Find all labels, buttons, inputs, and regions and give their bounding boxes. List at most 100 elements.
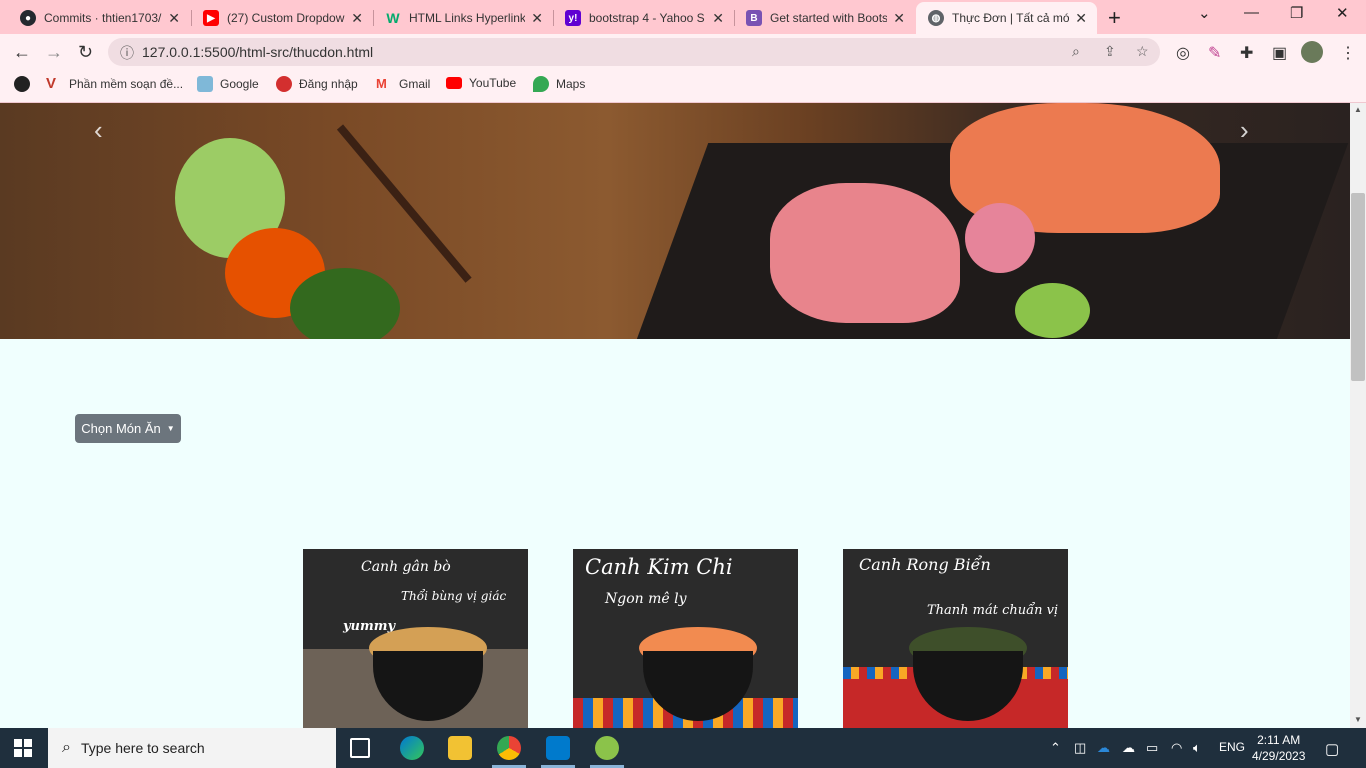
bookmarks-bar: V Phần mềm soạn đề... Google Đăng nhập M… <box>0 70 1366 103</box>
restore-icon[interactable]: ❐ <box>1290 4 1303 22</box>
carousel-prev-icon[interactable]: ‹ <box>94 115 103 146</box>
tab-label: Commits · thtien1703/ <box>44 11 162 25</box>
minimize-icon[interactable]: — <box>1244 4 1259 21</box>
bookmark-globe[interactable] <box>14 76 37 92</box>
menu-card-canh-rong-bien[interactable]: Canh Rong Biển Thanh mát chuẩn vị <box>843 549 1068 728</box>
tab-label: Get started with Boots <box>770 11 888 25</box>
close-tab-icon[interactable]: ✕ <box>1075 10 1087 27</box>
new-tab-icon[interactable]: + <box>1108 5 1121 31</box>
sushi-roll-image <box>290 268 400 339</box>
menu-card-canh-kim-chi[interactable]: Canh Kim Chi Ngon mê ly <box>573 549 798 728</box>
clock-time: 2:11 AM <box>1257 733 1301 747</box>
page-scrollbar[interactable]: ▲ ▼ <box>1350 103 1366 728</box>
browser-toolbar: ← → ↻ ⓘ 127.0.0.1:5500/html-src/thucdon.… <box>0 34 1366 70</box>
bookmark-label: Phần mềm soạn đề... <box>69 77 184 91</box>
radish-rose-image <box>965 203 1035 273</box>
wasabi-image <box>1015 283 1090 338</box>
close-tab-icon[interactable]: ✕ <box>351 10 363 27</box>
bookmark-google[interactable]: Google <box>197 76 259 92</box>
tab-bootstrap[interactable]: B Get started with Boots ✕ <box>734 2 915 34</box>
wifi-icon[interactable]: ◠ <box>1171 740 1182 756</box>
site-info-icon[interactable]: ⓘ <box>120 43 134 63</box>
bookmark-label: YouTube <box>469 76 517 90</box>
tab-label: Thực Đơn | Tất cả món <box>952 11 1070 25</box>
card-title: Canh Rong Biển <box>859 555 991 574</box>
close-tab-icon[interactable]: ✕ <box>712 10 724 27</box>
tab-label: (27) Custom Dropdow <box>227 11 345 25</box>
reload-icon[interactable]: ↻ <box>78 42 93 63</box>
close-tab-icon[interactable]: ✕ <box>168 10 180 27</box>
coccoc-icon[interactable] <box>595 736 619 760</box>
clock[interactable]: 2:11 AM 4/29/2023 <box>1252 732 1305 764</box>
tab-thucdon-active[interactable]: ◍ Thực Đơn | Tất cả món ✕ <box>916 2 1097 34</box>
bookmark-dang-nhap[interactable]: Đăng nhập <box>276 76 358 92</box>
volume-icon[interactable]: 🔈︎ <box>1193 740 1201 756</box>
tab-yahoo[interactable]: y! bootstrap 4 - Yahoo S ✕ <box>553 2 734 34</box>
scroll-up-icon[interactable]: ▲ <box>1354 105 1362 114</box>
globe-icon: ◍ <box>928 10 944 26</box>
card-title: Canh Kim Chi <box>585 555 733 579</box>
close-window-icon[interactable]: ✕ <box>1336 4 1349 22</box>
share-icon[interactable]: ⇪ <box>1104 43 1116 60</box>
onedrive-icon[interactable]: ☁ <box>1097 740 1110 756</box>
v-logo-icon: V <box>46 75 57 92</box>
tab-label: HTML Links Hyperlinks <box>409 11 526 25</box>
address-bar[interactable]: ⓘ 127.0.0.1:5500/html-src/thucdon.html ⌕… <box>108 38 1160 66</box>
carousel-next-icon[interactable]: › <box>1240 115 1249 146</box>
caret-down-icon: ▼ <box>166 424 175 433</box>
menu-card-canh-gan-bo[interactable]: Canh gân bò Thổi bùng vị giác yummy <box>303 549 528 728</box>
show-hidden-icons-icon[interactable]: ⌃ <box>1050 740 1061 756</box>
scroll-down-icon[interactable]: ▼ <box>1354 715 1362 724</box>
taskbar-search[interactable]: ⌕ Type here to search <box>48 728 336 768</box>
vscode-icon[interactable] <box>546 736 570 760</box>
extension-compass-icon[interactable]: ◎ <box>1176 43 1190 63</box>
scrollbar-thumb[interactable] <box>1351 193 1365 381</box>
tab-search-icon[interactable]: ⌄ <box>1198 4 1211 22</box>
yahoo-icon: y! <box>565 10 581 26</box>
notifications-icon[interactable]: ▢ <box>1325 740 1339 758</box>
bookmark-label: Google <box>220 77 259 91</box>
edge-icon[interactable] <box>400 736 424 760</box>
chrome-icon[interactable] <box>497 736 521 760</box>
forward-arrow-icon[interactable]: → <box>45 42 63 63</box>
profile-avatar[interactable] <box>1301 41 1323 63</box>
bookmark-maps[interactable]: Maps <box>533 76 585 92</box>
battery-icon[interactable]: ▭ <box>1146 740 1158 756</box>
side-panel-icon[interactable]: ▣ <box>1272 43 1287 63</box>
tuna-sashimi-image <box>770 183 960 323</box>
windows-start-icon[interactable] <box>14 739 32 757</box>
extension-pen-icon[interactable]: ✎ <box>1208 43 1221 63</box>
tab-label: bootstrap 4 - Yahoo S <box>589 11 705 25</box>
card-tagline: Thanh mát chuẩn vị <box>927 603 1059 618</box>
bookmark-youtube[interactable]: YouTube <box>446 76 516 90</box>
close-tab-icon[interactable]: ✕ <box>893 10 905 27</box>
language-indicator[interactable]: ENG <box>1219 740 1245 754</box>
meet-now-icon[interactable]: ◫ <box>1074 740 1086 756</box>
hero-carousel: ‹ › <box>0 103 1350 339</box>
chon-mon-an-dropdown[interactable]: Chọn Món Ăn ▼ <box>75 414 181 443</box>
bookmark-star-icon[interactable]: ☆ <box>1136 43 1149 60</box>
task-view-icon[interactable] <box>350 738 370 758</box>
search-icon: ⌕ <box>62 739 71 756</box>
page-viewport: ‹ › Chọn Món Ăn ▼ Canh gân bò Thổi bùng … <box>0 103 1350 728</box>
tab-strip: ● Commits · thtien1703/ ✕ ▶ (27) Custom … <box>0 0 1366 34</box>
back-arrow-icon[interactable]: ← <box>13 42 31 63</box>
extensions-puzzle-icon[interactable]: ✚ <box>1240 43 1253 63</box>
cloud-icon[interactable]: ☁ <box>1122 740 1135 756</box>
tab-youtube[interactable]: ▶ (27) Custom Dropdow ✕ <box>191 2 373 34</box>
file-explorer-icon[interactable] <box>448 736 472 760</box>
bootstrap-icon: B <box>746 10 762 26</box>
dropdown-label: Chọn Món Ăn <box>81 421 161 436</box>
bookmark-label: Gmail <box>399 77 431 91</box>
zoom-icon[interactable]: ⌕ <box>1072 43 1080 60</box>
maps-icon <box>533 76 549 92</box>
tab-github-commits[interactable]: ● Commits · thtien1703/ ✕ <box>8 2 190 34</box>
bookmark-gmail[interactable]: M Gmail <box>376 76 430 92</box>
close-tab-icon[interactable]: ✕ <box>531 10 543 27</box>
windows-taskbar: ⌕ Type here to search ⌃ ◫ ☁ ☁ ▭ ◠ 🔈︎ ENG… <box>0 728 1366 768</box>
bookmark-phan-mem[interactable]: V Phần mềm soạn đề... <box>46 76 183 92</box>
tab-w3schools[interactable]: W HTML Links Hyperlinks ✕ <box>373 2 553 34</box>
menu-dots-icon[interactable]: ⋮ <box>1340 43 1356 63</box>
login-icon <box>276 76 292 92</box>
clock-date: 4/29/2023 <box>1252 749 1306 763</box>
